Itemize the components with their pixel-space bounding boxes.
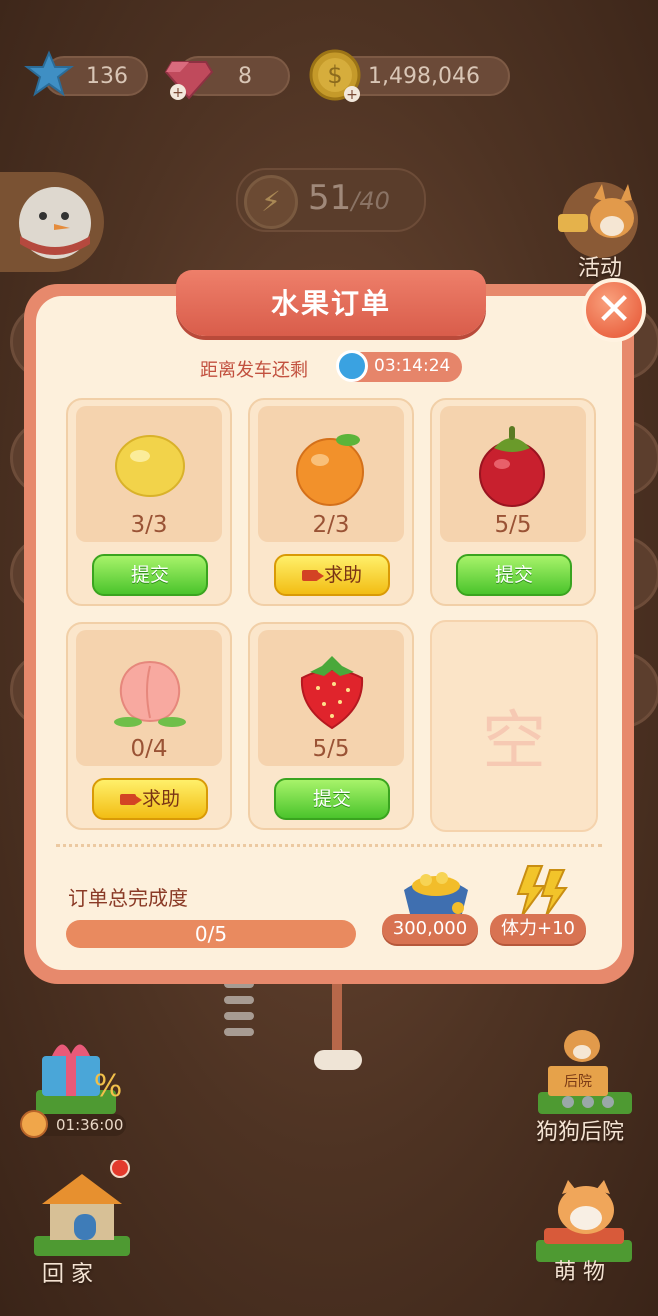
video-icon — [301, 570, 324, 581]
corgi-icon — [558, 182, 638, 258]
energy-max: /40 — [351, 187, 390, 215]
lemon-icon — [115, 435, 185, 497]
gift-icon: % — [36, 1044, 123, 1114]
clock-icon — [336, 350, 368, 382]
snowman-icon — [19, 187, 91, 259]
empty-slot-label: 空 — [482, 705, 546, 779]
help-button-label: 求助 — [323, 564, 362, 586]
help-button[interactable]: 求助 — [274, 554, 390, 596]
close-icon: ✕ — [595, 284, 633, 335]
submit-button[interactable]: 提交 — [456, 554, 572, 596]
home-label: 回 家 — [42, 1262, 93, 1287]
diamond-add-icon[interactable]: + — [162, 48, 216, 102]
house-icon — [34, 1158, 130, 1256]
svg-text:+: + — [346, 87, 358, 103]
gems-value: 136 — [86, 63, 128, 89]
order-count: 3/3 — [130, 512, 168, 538]
dog-yard-button[interactable]: 后院 狗狗后院 — [530, 1026, 640, 1146]
snowman-button[interactable] — [0, 172, 104, 272]
lightning-bolts-icon — [516, 865, 568, 917]
progress-bar: 0/5 — [66, 920, 356, 948]
lightning-icon: ⚡ — [244, 175, 298, 229]
dog-yard-sign: 后院 — [564, 1074, 592, 1090]
coins-value: 1,498,046 — [368, 63, 480, 89]
energy-current: 51 — [308, 178, 352, 218]
mangosteen-icon — [479, 426, 545, 507]
modal-title: 水果订单 — [270, 287, 391, 320]
help-button[interactable]: 求助 — [92, 778, 208, 820]
countdown-time: 03:14:24 — [374, 356, 451, 376]
gift-timer: 01:36:00 — [20, 1110, 126, 1138]
order-count: 0/4 — [130, 736, 168, 762]
close-button[interactable]: ✕ — [582, 278, 646, 342]
gem-icon — [24, 50, 74, 100]
progress-text: 0/5 — [194, 922, 228, 946]
energy-reward-tag: 体力+10 — [490, 914, 586, 944]
coin-bag-icon — [404, 872, 468, 918]
home-button[interactable]: 回 家 — [28, 1158, 138, 1290]
order-count: 5/5 — [494, 512, 532, 538]
bone-decoration — [310, 980, 366, 1090]
countdown-label: 距离发车还剩 — [200, 360, 308, 381]
countdown-timer: 03:14:24 — [336, 350, 462, 382]
order-card-mangosteen: 5/5 提交 — [430, 398, 596, 606]
order-card-empty: 空 — [430, 620, 598, 832]
orange-icon — [296, 434, 364, 506]
svg-text:+: + — [172, 85, 184, 101]
dog-yard-icon: 后院 — [538, 1030, 632, 1114]
submit-button[interactable]: 提交 — [274, 778, 390, 820]
svg-text:$: $ — [327, 61, 342, 89]
video-icon — [119, 794, 142, 805]
submit-button[interactable]: 提交 — [92, 554, 208, 596]
diamonds-value: 8 — [238, 63, 252, 89]
svg-text:%: % — [94, 1069, 123, 1104]
order-card-peach: 0/4 求助 — [66, 622, 232, 830]
order-count: 5/5 — [312, 736, 350, 762]
pets-button[interactable]: 萌 物 — [530, 1180, 640, 1290]
activity-button[interactable]: 活动 — [550, 180, 650, 281]
coin-reward-tag: 300,000 — [382, 914, 478, 944]
coin-add-icon[interactable]: $ + — [308, 48, 364, 104]
dog-yard-label: 狗狗后院 — [536, 1120, 625, 1145]
ladder-decoration — [224, 980, 254, 1060]
timer-clock-icon — [20, 1110, 48, 1138]
order-count: 2/3 — [312, 512, 350, 538]
strawberry-icon — [300, 656, 364, 730]
progress-label: 订单总完成度 — [68, 886, 188, 910]
order-card-lemon: 3/3 提交 — [66, 398, 232, 606]
peach-icon — [114, 660, 186, 727]
gift-timer-text: 01:36:00 — [56, 1116, 124, 1134]
order-card-orange: 2/3 求助 — [248, 398, 414, 606]
energy-reward — [506, 864, 576, 920]
energy-meter: ⚡ 51/40 — [236, 168, 426, 232]
pets-label: 萌 物 — [554, 1260, 605, 1285]
gift-box-button[interactable]: % 01:36:00 — [20, 1030, 132, 1140]
help-button-label: 求助 — [141, 788, 180, 810]
order-card-strawberry: 5/5 提交 — [248, 622, 414, 830]
divider — [56, 844, 602, 847]
